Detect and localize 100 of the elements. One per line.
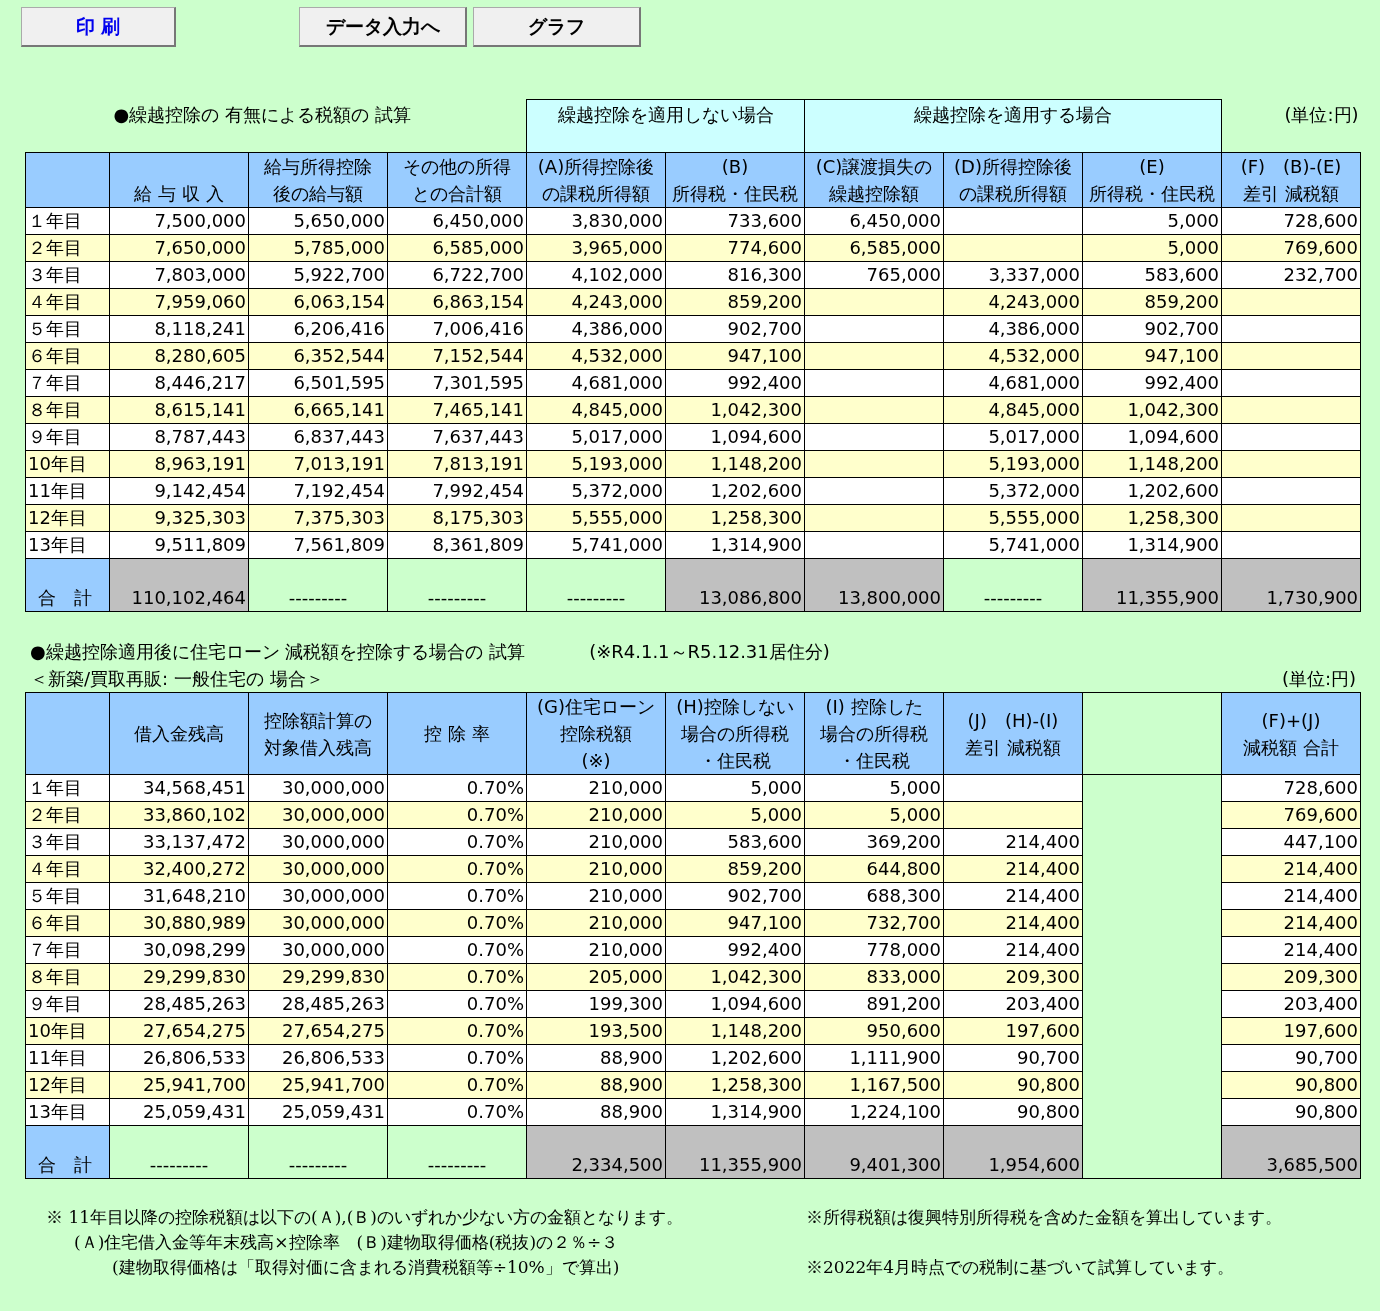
table-cell: 8,175,303 [387,504,527,532]
table-cell: 88,900 [526,1044,666,1072]
table-cell: 859,200 [665,855,805,883]
table-cell: 992,400 [665,936,805,964]
table-cell: 7,375,303 [248,504,388,532]
table-cell: 209,300 [1221,963,1361,991]
table-cell: 4,102,000 [526,261,666,289]
total-cell: 11,355,900 [665,1125,805,1179]
table-cell: 644,800 [804,855,944,883]
table-cell: 7,803,000 [109,261,249,289]
table-cell: 6,665,141 [248,396,388,424]
table-cell: 0.70% [387,855,527,883]
table-cell: 6,450,000 [387,207,527,235]
table-cell: 210,000 [526,855,666,883]
table-cell: 1,314,900 [665,1098,805,1126]
table-cell: 774,600 [665,234,805,262]
table-cell: 199,300 [526,990,666,1018]
column-header: (E) 所得税・住民税 [1082,152,1222,208]
table-cell: 31,648,210 [109,882,249,910]
row-label: ３年目 [25,261,110,289]
table-cell: 732,700 [804,909,944,937]
table-cell: 947,100 [1082,342,1222,370]
table-cell: 4,386,000 [526,315,666,343]
column-header: 給与所得控除 後の給与額 [248,152,388,208]
toolbar-button[interactable]: 印 刷 [21,7,176,47]
table-cell: 5,000 [804,774,944,802]
table-cell: 5,555,000 [943,504,1083,532]
total-cell: --------- [248,1125,388,1179]
table-cell: 30,000,000 [248,855,388,883]
table-cell: 7,992,454 [387,477,527,505]
table-cell: 197,600 [943,1017,1083,1045]
total-label: 合 計 [25,1125,110,1179]
table-cell: 5,000 [665,774,805,802]
table-cell: 26,806,533 [248,1044,388,1072]
table-cell: 90,800 [943,1071,1083,1099]
table-cell: 205,000 [526,963,666,991]
table-cell: 193,500 [526,1017,666,1045]
total-label: 合 計 [25,558,110,612]
table-cell: 947,100 [665,342,805,370]
table-cell: 203,400 [943,990,1083,1018]
table-cell: 29,299,830 [248,963,388,991]
table-cell: 5,650,000 [248,207,388,235]
table-cell: 769,600 [1221,234,1361,262]
table-cell: 765,000 [804,261,944,289]
table-cell: 214,400 [943,882,1083,910]
total-cell: --------- [109,1125,249,1179]
table-cell: 8,615,141 [109,396,249,424]
table-cell: 90,700 [1221,1044,1361,1072]
table-cell: 733,600 [665,207,805,235]
row-label: 12年目 [25,504,110,532]
total-cell: 11,355,900 [1082,558,1222,612]
table-cell: 5,193,000 [526,450,666,478]
row-label: ６年目 [25,342,110,370]
table-cell: 1,258,300 [665,504,805,532]
table-cell: 9,325,303 [109,504,249,532]
table-cell: 4,532,000 [526,342,666,370]
column-header: (C)譲渡損失の 繰越控除額 [804,152,944,208]
table-cell: 30,000,000 [248,774,388,802]
table-cell: 5,000 [1082,207,1222,235]
toolbar-button[interactable]: データ入力へ [299,7,467,47]
table-cell: 7,013,191 [248,450,388,478]
table-cell: 214,400 [1221,882,1361,910]
table-cell: 6,501,595 [248,369,388,397]
table-cell: 88,900 [526,1071,666,1099]
toolbar-button[interactable]: グラフ [473,7,641,47]
table-cell: 6,206,416 [248,315,388,343]
table-cell: 1,042,300 [665,963,805,991]
table-cell: 7,650,000 [109,234,249,262]
row-label: 12年目 [25,1071,110,1099]
table-cell: 5,000 [804,801,944,829]
table-cell: 4,845,000 [526,396,666,424]
total-cell: 3,685,500 [1221,1125,1361,1179]
total-cell: 1,954,600 [943,1125,1083,1179]
table-cell: 1,258,300 [665,1071,805,1099]
table-cell: 4,386,000 [943,315,1083,343]
table-cell: 1,042,300 [1082,396,1222,424]
table-cell: 7,813,191 [387,450,527,478]
table-cell: 1,148,200 [665,1017,805,1045]
table-cell: 5,922,700 [248,261,388,289]
column-header: (G)住宅ローン 控除税額 (※) [526,692,666,775]
row-label: ５年目 [25,882,110,910]
column-header: (A)所得控除後 の課税所得額 [526,152,666,208]
table-cell: 5,555,000 [526,504,666,532]
table-cell: 30,880,989 [109,909,249,937]
table-cell: 1,258,300 [1082,504,1222,532]
table-cell: 1,167,500 [804,1071,944,1099]
table-cell: 5,741,000 [526,531,666,559]
total-cell: --------- [387,558,527,612]
table-cell: 7,006,416 [387,315,527,343]
table-cell: 0.70% [387,774,527,802]
table-cell: 6,722,700 [387,261,527,289]
table-cell: 9,511,809 [109,531,249,559]
table-cell: 0.70% [387,1098,527,1126]
table-cell: 902,700 [665,315,805,343]
table-cell: 1,148,200 [1082,450,1222,478]
table-cell: 8,787,443 [109,423,249,451]
table-cell: 992,400 [665,369,805,397]
table-cell: 583,600 [1082,261,1222,289]
table-cell: 447,100 [1221,828,1361,856]
table-cell: 214,400 [943,855,1083,883]
